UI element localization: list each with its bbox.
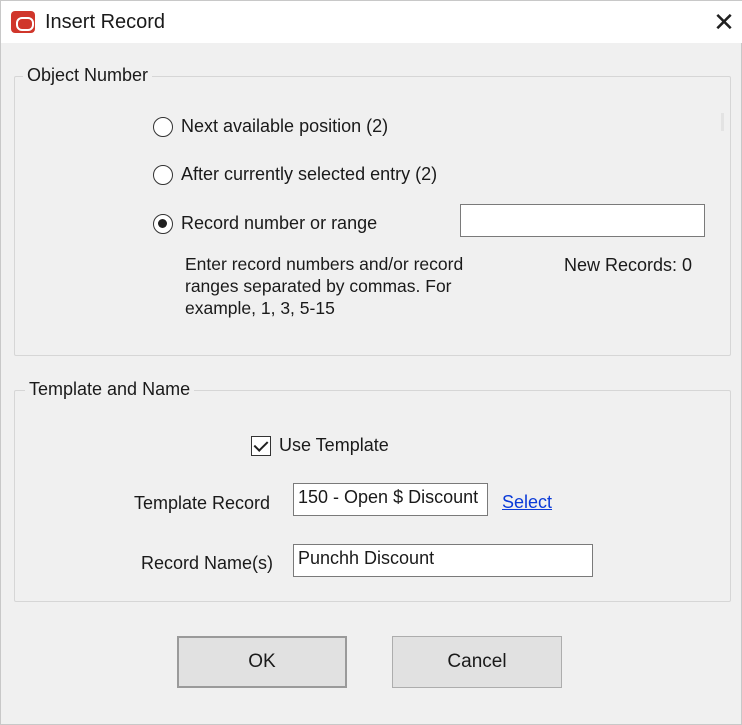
ok-button[interactable]: OK [177, 636, 347, 688]
radio-record-range-indicator[interactable] [153, 213, 173, 234]
cancel-button[interactable]: Cancel [392, 636, 562, 688]
radio-next-available-indicator[interactable] [153, 116, 173, 137]
scroll-hint [721, 113, 724, 131]
radio-next-available[interactable]: Next available position (2) [153, 116, 388, 137]
template-record-field[interactable]: 150 - Open $ Discount [293, 483, 488, 516]
record-names-label: Record Name(s) [141, 553, 274, 573]
record-names-input[interactable]: Punchh Discount [293, 544, 593, 577]
oracle-app-icon [11, 11, 35, 33]
radio-after-selected-indicator[interactable] [153, 164, 173, 185]
range-help-text: Enter record numbers and/or record range… [185, 254, 464, 318]
radio-record-range[interactable]: Record number or range [153, 213, 377, 234]
radio-after-selected[interactable]: After currently selected entry (2) [153, 164, 437, 185]
radio-after-selected-label: After currently selected entry (2) [181, 164, 438, 184]
radio-next-available-label: Next available position (2) [181, 116, 389, 136]
radio-record-range-label: Record number or range [181, 213, 378, 233]
select-template-link[interactable]: Select [502, 492, 552, 513]
use-template-checkbox[interactable] [251, 435, 271, 456]
record-range-input[interactable] [460, 204, 705, 237]
use-template-label: Use Template [279, 435, 389, 455]
template-name-group-label: Template and Name [25, 379, 195, 400]
close-icon[interactable]: ✕ [709, 7, 739, 37]
object-number-group-label: Object Number [23, 65, 153, 86]
new-records-count: New Records: 0 [564, 255, 693, 275]
title-bar: Insert Record ✕ [1, 1, 742, 43]
window-title: Insert Record [45, 11, 166, 33]
insert-record-dialog: Insert Record ✕ Object Number Next avail… [0, 0, 742, 725]
template-record-label: Template Record [134, 493, 271, 513]
use-template-checkbox-row[interactable]: Use Template [251, 435, 389, 456]
